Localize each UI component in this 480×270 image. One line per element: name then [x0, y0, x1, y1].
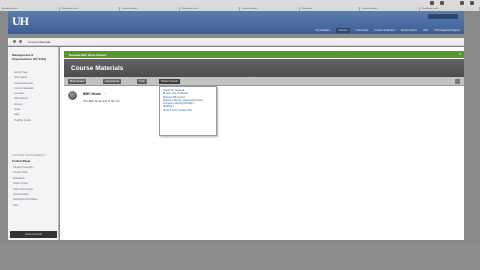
home-icon[interactable]	[19, 40, 22, 43]
tools-button[interactable]: Tools	[137, 79, 147, 84]
top-navigation: My Institution Courses Community Content…	[316, 28, 460, 33]
content-toolbar: Build Content Assessments Tools Partner …	[64, 77, 464, 86]
nav-tab-support[interactable]: UH CougarNet Support	[434, 28, 460, 33]
partner-content-menu: Search for Textbook Browse Your Textbook…	[159, 86, 217, 136]
page-header: Course Materials	[64, 59, 464, 77]
search-icon[interactable]	[460, 1, 464, 5]
course-menu-list: Home Page Information Announcements Cour…	[14, 70, 34, 123]
close-icon[interactable]: ✕	[458, 52, 461, 56]
course-management-heading: COURSE MANAGEMENT	[12, 154, 47, 157]
os-menu-bar	[0, 0, 480, 7]
course-title[interactable]: Management & Organizations (ST 2113)	[12, 53, 52, 61]
window-background	[0, 244, 480, 270]
page-title: Course Materials	[71, 65, 124, 72]
university-logo[interactable]: UH	[12, 15, 32, 28]
breadcrumb: Course Materials	[8, 38, 464, 46]
item-title[interactable]: BBC News	[83, 92, 101, 96]
nav-tab-system-admin[interactable]: System Admin	[401, 28, 417, 33]
notice-text: Example BBC News Feature	[69, 53, 107, 57]
link-icon	[68, 91, 77, 100]
partner-content-button[interactable]: Partner Content	[159, 79, 180, 84]
notice-bar: Example BBC News Feature ✕	[64, 51, 464, 58]
site-header: UH My Institution Courses Community Cont…	[8, 11, 464, 34]
quick-unenroll-button[interactable]: Quick Unenroll	[10, 231, 57, 238]
refresh-icon[interactable]	[455, 79, 460, 84]
dropdown-item[interactable]: Wiley & Sons' Content Tool	[160, 109, 216, 112]
nav-tab-community[interactable]: Community	[356, 28, 369, 33]
control-panel-item[interactable]: Help	[13, 203, 38, 208]
battery-icon[interactable]	[440, 1, 444, 5]
user-menu[interactable]	[428, 14, 458, 19]
item-description: The BBC News link to the UK	[83, 99, 120, 103]
menu-icon[interactable]	[470, 1, 474, 5]
control-panel-label[interactable]: Control Panel	[12, 159, 30, 163]
menu-toggle-icon[interactable]	[13, 40, 16, 43]
chevron-down-icon[interactable]: ⌄	[103, 92, 106, 95]
nav-tab-uhd[interactable]: UHD	[423, 28, 428, 33]
assessments-button[interactable]: Assessments	[103, 79, 122, 84]
nav-tab-my-institution[interactable]: My Institution	[316, 28, 331, 33]
course-menu-item[interactable]: Teacher Guide	[14, 118, 34, 123]
nav-tab-courses[interactable]: Courses	[336, 28, 350, 33]
course-menu: Management & Organizations (ST 2113) Hom…	[8, 47, 59, 240]
build-content-button[interactable]: Build Content	[68, 79, 87, 84]
wifi-icon[interactable]	[430, 1, 434, 5]
control-panel-list: Content Collection Course Tools Evaluati…	[13, 165, 38, 208]
breadcrumb-current[interactable]: Course Materials	[28, 40, 51, 44]
nav-tab-content-collection[interactable]: Content Collection	[374, 28, 394, 33]
